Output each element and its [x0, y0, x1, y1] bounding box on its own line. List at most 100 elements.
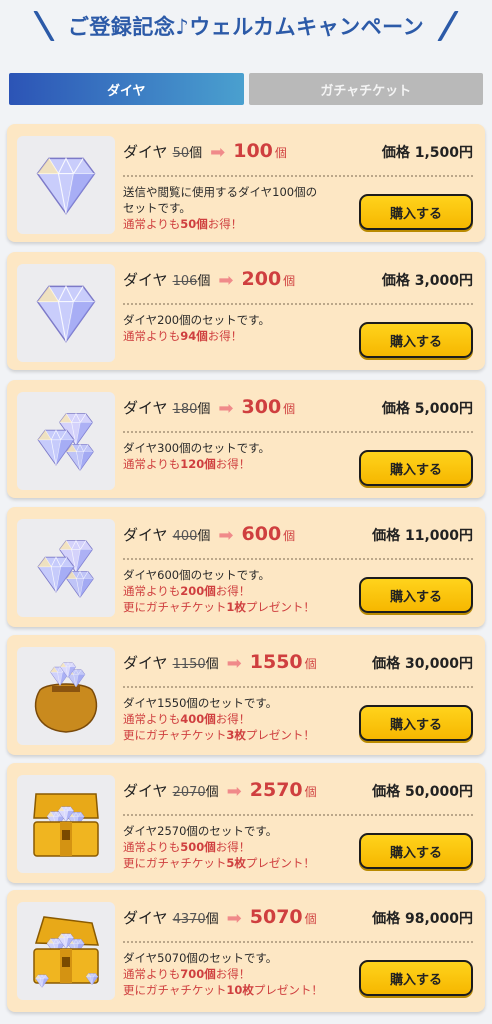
description-line: ダイヤ300個のセットです。: [123, 441, 270, 455]
old-amount-unit: 個: [197, 274, 211, 289]
bonus-line: 更にガチャチケット10枚プレゼント！: [123, 982, 355, 998]
dotted-divider: [123, 175, 473, 177]
discount-suffix: お得！: [215, 840, 251, 854]
description-line: ダイヤ200個のセットです。: [123, 313, 270, 327]
bonus-line: 更にガチャチケット5枚プレゼント！: [123, 855, 355, 871]
discount-line: 通常よりも50個お得！: [123, 216, 355, 232]
new-amount: 300: [241, 396, 282, 418]
dotted-divider: [123, 686, 473, 688]
old-amount: 50: [172, 146, 190, 161]
banner-left-slash: [33, 11, 55, 41]
new-amount-unit: 個: [283, 402, 296, 416]
discount-suffix: お得！: [207, 217, 243, 231]
new-amount-unit: 個: [283, 274, 296, 288]
bonus-prefix: 更にガチャチケット: [123, 728, 227, 742]
product-image: [17, 902, 115, 1000]
amount-row: ダイヤ 1150 個 ➡ 1550 個: [123, 651, 317, 677]
price: 価格 1,500円: [381, 145, 473, 161]
discount-suffix: お得！: [215, 712, 251, 726]
old-amount-unit: 個: [189, 146, 203, 161]
bonus-value: 10枚: [226, 983, 254, 997]
tab-gacha-ticket[interactable]: ガチャチケット: [248, 73, 483, 105]
tab-diamond[interactable]: ダイヤ: [9, 73, 244, 105]
buy-button[interactable]: 購入する: [359, 322, 473, 358]
discount-prefix: 通常よりも: [123, 217, 181, 231]
buy-button[interactable]: 購入する: [359, 705, 473, 741]
description-line: ダイヤ1550個のセットです。: [123, 696, 278, 710]
description-lines: 送信や閲覧に使用するダイヤ100個の セットです。: [123, 184, 355, 216]
description-lines: ダイヤ300個のセットです。: [123, 440, 355, 456]
new-amount-unit: 個: [304, 785, 317, 799]
product-description: ダイヤ600個のセットです。 通常よりも200個お得！ 更にガチャチケット1枚プ…: [123, 567, 355, 615]
discount-suffix: お得！: [207, 329, 243, 343]
diamond-bag-icon: [34, 662, 98, 733]
discount-prefix: 通常よりも: [123, 457, 181, 471]
new-amount: 2570: [249, 779, 303, 801]
discount-value: 120個: [180, 457, 216, 471]
discount-prefix: 通常よりも: [123, 584, 181, 598]
buy-button[interactable]: 購入する: [359, 833, 473, 869]
price: 価格 98,000円: [372, 911, 473, 927]
amount-row: ダイヤ 4370 個 ➡ 5070 個: [123, 906, 317, 932]
product-image: [17, 519, 115, 617]
product-card: ダイヤ 180 個 ➡ 300 個 価格 5,000円 ダイヤ300個のセットで…: [7, 380, 485, 498]
price: 価格 30,000円: [372, 656, 473, 672]
description-lines: ダイヤ600個のセットです。: [123, 567, 355, 583]
buy-button[interactable]: 購入する: [359, 194, 473, 230]
product-description: ダイヤ200個のセットです。 通常よりも94個お得！: [123, 312, 355, 344]
bonus-prefix: 更にガチャチケット: [123, 983, 227, 997]
old-amount-unit: 個: [205, 912, 219, 927]
arrow-right-icon: ➡: [226, 653, 242, 674]
discount-value: 700個: [180, 967, 216, 981]
new-amount-unit: 個: [274, 146, 287, 160]
new-amount-unit: 個: [283, 529, 296, 543]
discount-line: 通常よりも500個お得！: [123, 839, 355, 855]
discount-line: 通常よりも200個お得！: [123, 583, 355, 599]
discount-line: 通常よりも400個お得！: [123, 711, 355, 727]
item-label: ダイヤ: [123, 143, 168, 161]
product-card: ダイヤ 1150 個 ➡ 1550 個 価格 30,000円 ダイヤ1550個の…: [7, 635, 485, 755]
item-label: ダイヤ: [123, 909, 168, 927]
product-card: ダイヤ 2070 個 ➡ 2570 個 価格 50,000円 ダイヤ2570個の…: [7, 763, 485, 883]
bonus-line: 更にガチャチケット1枚プレゼント！: [123, 599, 355, 615]
bonus-suffix: プレゼント！: [245, 728, 315, 742]
diamond-pile-icon: [37, 412, 94, 472]
product-card: ダイヤ 106 個 ➡ 200 個 価格 3,000円 ダイヤ200個のセットで…: [7, 252, 485, 370]
buy-button[interactable]: 購入する: [359, 577, 473, 613]
arrow-right-icon: ➡: [218, 398, 234, 419]
product-description: ダイヤ2570個のセットです。 通常よりも500個お得！ 更にガチャチケット5枚…: [123, 823, 355, 871]
price: 価格 3,000円: [381, 273, 473, 289]
discount-suffix: お得！: [215, 967, 251, 981]
description-line: ダイヤ600個のセットです。: [123, 568, 270, 582]
old-amount: 106: [172, 274, 198, 289]
amount-row: ダイヤ 50 個 ➡ 100 個: [123, 140, 287, 166]
treasure-chest-icon: [33, 793, 99, 857]
new-amount: 5070: [249, 906, 303, 928]
description-line: セットです。: [123, 201, 191, 215]
product-image: [17, 392, 115, 490]
item-label: ダイヤ: [123, 526, 168, 544]
bonus-suffix: プレゼント！: [245, 856, 315, 870]
product-description: ダイヤ5070個のセットです。 通常よりも700個お得！ 更にガチャチケット10…: [123, 950, 355, 998]
bonus-prefix: 更にガチャチケット: [123, 600, 227, 614]
price: 価格 11,000円: [372, 528, 473, 544]
discount-value: 50個: [180, 217, 208, 231]
price: 価格 5,000円: [381, 401, 473, 417]
buy-button[interactable]: 購入する: [359, 450, 473, 486]
banner-title: ご登録記念♪ウェルカムキャンペーン: [67, 15, 425, 39]
new-amount: 200: [241, 268, 282, 290]
diamond-pile-icon: [37, 539, 94, 599]
buy-button[interactable]: 購入する: [359, 960, 473, 996]
description-line: 送信や閲覧に使用するダイヤ100個の: [123, 185, 318, 199]
product-description: 送信や閲覧に使用するダイヤ100個の セットです。 通常よりも50個お得！: [123, 184, 355, 232]
amount-row: ダイヤ 180 個 ➡ 300 個: [123, 396, 295, 422]
arrow-right-icon: ➡: [210, 142, 226, 163]
new-amount: 1550: [249, 651, 303, 673]
old-amount-unit: 個: [197, 529, 211, 544]
product-card: ダイヤ 4370 個 ➡ 5070 個 価格 98,000円 ダイヤ5070個の…: [7, 890, 485, 1012]
dotted-divider: [123, 303, 473, 305]
product-image: [17, 775, 115, 873]
bonus-value: 3枚: [226, 728, 246, 742]
discount-value: 500個: [180, 840, 216, 854]
arrow-right-icon: ➡: [226, 908, 242, 929]
